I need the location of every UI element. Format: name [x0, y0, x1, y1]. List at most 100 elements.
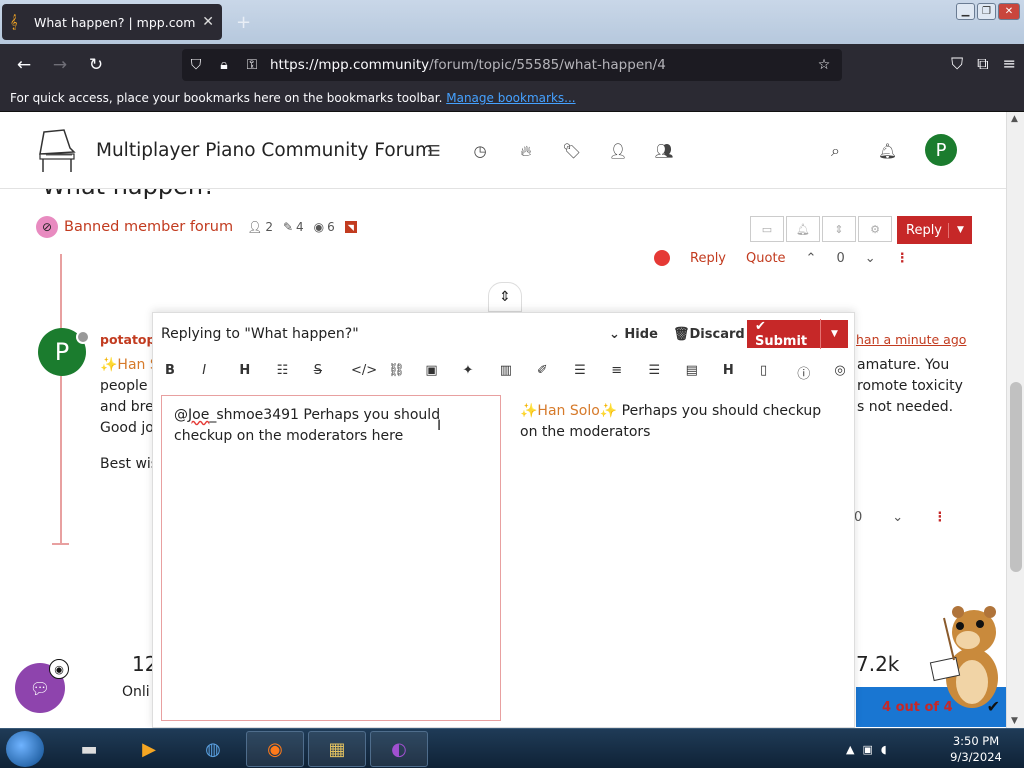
menu-icon[interactable]: ≡: [1003, 54, 1016, 74]
network-icon[interactable]: ▣: [862, 743, 872, 756]
reply-link[interactable]: Reply: [690, 251, 726, 266]
rss-icon[interactable]: ◥: [344, 221, 357, 233]
shield-icon[interactable]: ⛉: [182, 57, 210, 73]
eye-icon[interactable]: ◉: [49, 659, 69, 679]
gear-icon[interactable]: ⚙: [858, 216, 892, 242]
more-options-icon[interactable]: ⋮: [896, 251, 909, 266]
lock-icon[interactable]: 🔒︎: [210, 57, 238, 73]
prev-post-actions: Reply Quote ⌃ 0 ⌄ ⋮: [654, 250, 909, 266]
header-icon[interactable]: H: [723, 363, 760, 382]
code-icon[interactable]: </>: [351, 363, 388, 382]
extensions-icon[interactable]: ⧉: [977, 54, 988, 74]
scroll-down-icon[interactable]: ▼: [1011, 716, 1018, 726]
url-text[interactable]: https://mpp.community/forum/topic/55585/…: [266, 57, 810, 73]
groups-icon[interactable]: 👥︎: [654, 142, 674, 160]
bookmark-star-icon[interactable]: ☆: [810, 57, 838, 73]
composer-title: Replying to "What happen?": [161, 326, 359, 342]
piano-logo-icon[interactable]: [34, 126, 78, 174]
category-link[interactable]: Banned member forum: [64, 219, 233, 235]
close-window-icon[interactable]: ✕: [998, 3, 1020, 20]
close-tab-icon[interactable]: ✕: [202, 14, 214, 30]
discard-button[interactable]: 🗑︎Discard: [673, 327, 745, 342]
color-picker-icon[interactable]: ✐: [537, 363, 574, 382]
info-icon[interactable]: ⓘ: [797, 363, 834, 382]
downvote-icon[interactable]: ⌄: [865, 251, 876, 266]
preview-mention[interactable]: ✨Han Solo✨: [520, 403, 617, 419]
browser-tab-active[interactable]: 𝄞 What happen? | mpp.communi ✕: [2, 4, 222, 40]
justify-icon[interactable]: ▤: [686, 363, 723, 382]
tags-icon[interactable]: 🏷︎: [562, 142, 582, 160]
manage-bookmarks-link[interactable]: Manage bookmarks...: [446, 91, 575, 105]
composer-resize-icon[interactable]: ⇕: [488, 282, 522, 312]
scrollbar-thumb[interactable]: [1010, 382, 1022, 572]
chart-icon[interactable]: ▥: [500, 363, 537, 382]
upvote-icon[interactable]: ⌃: [806, 251, 817, 266]
back-icon[interactable]: ←: [6, 55, 42, 75]
submit-button[interactable]: ✔ Submit ▼: [747, 319, 848, 349]
align-left-icon[interactable]: ☰: [574, 363, 611, 382]
taskbar-app-terminal[interactable]: ▬: [60, 731, 118, 767]
align-right-icon[interactable]: ☰: [648, 363, 685, 382]
volume-icon[interactable]: ◖: [881, 743, 887, 756]
submit-caret-icon[interactable]: ▼: [821, 329, 848, 339]
url-bar[interactable]: ⛉ 🔒︎ ⚿ https://mpp.community/forum/topic…: [182, 49, 842, 81]
reply-button[interactable]: Reply ▼: [897, 216, 972, 244]
list-icon[interactable]: ☷: [277, 363, 314, 382]
taskbar-app-box[interactable]: ▦: [308, 731, 366, 767]
taskbar-app-purple[interactable]: ◐: [370, 731, 428, 767]
hide-composer-button[interactable]: ⌄ Hide: [609, 327, 658, 342]
chat-button[interactable]: 💬︎ ◉: [15, 659, 69, 713]
search-icon[interactable]: ⌕: [831, 141, 840, 161]
taskbar-app-globe[interactable]: ◍: [184, 731, 242, 767]
minimize-icon[interactable]: ▁: [956, 3, 975, 20]
reaction-emoji-icon[interactable]: [654, 250, 670, 266]
taskbar-app-firefox[interactable]: ◉: [246, 731, 304, 767]
url-path: /forum/topic/55585/what-happen/4: [429, 57, 666, 73]
composer-textarea[interactable]: @Joe_shmoe3491 Perhaps you should checku…: [161, 395, 501, 721]
post-downvote-icon[interactable]: ⌄: [892, 510, 903, 525]
emoji-picker-icon[interactable]: ✦: [463, 363, 500, 382]
taskbar-clock[interactable]: 3:50 PM 9/3/2024: [944, 733, 1008, 765]
pocket-icon[interactable]: ⛉: [951, 54, 963, 74]
posters-stat: 👤︎ 2: [247, 220, 273, 234]
recent-icon[interactable]: ◷: [470, 142, 490, 160]
maximize-icon[interactable]: ❐: [977, 3, 996, 20]
post-avatar[interactable]: P: [38, 328, 90, 376]
post-timestamp[interactable]: han a minute ago: [856, 332, 966, 347]
new-tab-icon[interactable]: +: [236, 12, 251, 33]
formatting-toolbar: B I H ☷ S </> ⛓ ▣ ✦ ▥ ✐ ☰ ≡ ☰ ▤ H ▯ ⓘ ◎: [165, 363, 872, 382]
align-center-icon[interactable]: ≡: [611, 363, 648, 382]
site-title[interactable]: Multiplayer Piano Community Forum: [96, 140, 433, 161]
post-line-1-start: ✨Han S: [100, 357, 159, 373]
post-line-3-start: and bre: [100, 399, 154, 415]
windows-taskbar: ▬ ▶ ◍ ◉ ▦ ◐ ▲ ▣ ◖ 3:50 PM 9/3/2024: [0, 728, 1024, 768]
bold-icon[interactable]: B: [165, 363, 202, 382]
sort-icon[interactable]: ⇕: [822, 216, 856, 242]
image-icon[interactable]: ▣: [425, 363, 462, 382]
post-more-options-icon[interactable]: ⋮: [933, 510, 946, 525]
link-icon[interactable]: ⛓: [388, 363, 425, 382]
forward-icon[interactable]: →: [42, 55, 78, 75]
categories-icon[interactable]: ☰: [424, 142, 444, 160]
tray-expand-icon[interactable]: ▲: [846, 743, 854, 756]
italic-icon[interactable]: I: [202, 363, 239, 382]
page-scrollbar[interactable]: ▲ ▼: [1006, 112, 1024, 728]
chevron-down-icon: ⌄: [609, 327, 625, 342]
quote-link[interactable]: Quote: [746, 251, 786, 266]
watch-bell-icon[interactable]: 🔔︎: [786, 216, 820, 242]
reload-icon[interactable]: ↻: [78, 55, 114, 75]
start-button[interactable]: [6, 731, 44, 767]
inbox-icon[interactable]: ▭: [750, 216, 784, 242]
user-avatar[interactable]: P: [925, 134, 957, 166]
scroll-up-icon[interactable]: ▲: [1011, 114, 1018, 124]
heading-icon[interactable]: H: [239, 363, 276, 382]
strikethrough-icon[interactable]: S: [314, 363, 351, 382]
popular-fire-icon[interactable]: 🔥︎: [516, 142, 536, 160]
file-icon[interactable]: ▯: [760, 363, 797, 382]
caret-down-icon[interactable]: ▼: [949, 225, 972, 235]
taskbar-app-media[interactable]: ▶: [120, 731, 178, 767]
users-icon[interactable]: 👤︎: [608, 142, 628, 160]
key-icon[interactable]: ⚿: [238, 57, 266, 73]
notifications-bell-icon[interactable]: 🔔︎: [878, 142, 897, 160]
hide-preview-icon[interactable]: ◎: [834, 363, 871, 382]
